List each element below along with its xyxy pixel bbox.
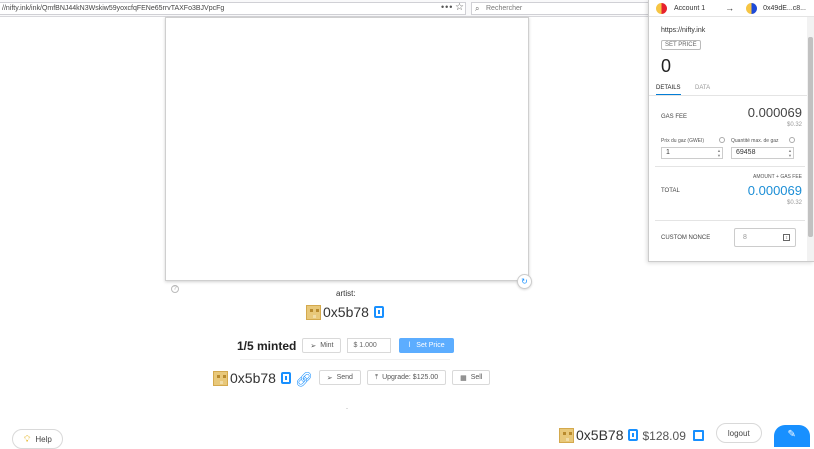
gas-fee-fiat: $0.32 — [786, 122, 802, 128]
metamask-origin: https://nifty.ink — [661, 27, 706, 34]
search-icon: ⌕ — [475, 4, 480, 13]
send-button[interactable]: ➢ Send — [318, 370, 361, 385]
price-input[interactable]: $ 1.000 — [347, 338, 392, 353]
owner-avatar — [213, 371, 228, 386]
custom-nonce-label: CUSTOM NONCE — [661, 235, 711, 241]
send-button-label: Send — [336, 374, 353, 381]
copy-icon[interactable] — [628, 429, 639, 441]
divider — [655, 220, 805, 221]
upgrade-button-label: Upgrade: $125.00 — [382, 374, 439, 381]
account-balance: $128.09 — [642, 429, 686, 443]
send-icon: ➢ — [310, 342, 317, 350]
account-identicon — [656, 2, 667, 14]
total-label: TOTAL — [661, 188, 680, 194]
recipient-identicon — [746, 2, 758, 14]
owner-address[interactable]: 0x5b78 — [230, 371, 276, 386]
set-price-button[interactable]: ǀ Set Price — [399, 338, 454, 353]
redo-button[interactable]: ↻ — [517, 274, 532, 289]
gas-limit-input[interactable]: 69458 ▲ ▼ — [731, 147, 794, 159]
total-eth: 0.000069 — [747, 183, 802, 198]
divider — [655, 166, 805, 167]
gas-price-value: 1 — [666, 149, 670, 156]
custom-nonce-input[interactable]: 8 ⇕ — [734, 228, 796, 247]
logout-button[interactable]: logout — [715, 423, 762, 443]
sell-button[interactable]: ▦ Sell — [452, 370, 491, 385]
total-fiat: $0.32 — [786, 200, 802, 206]
sell-button-label: Sell — [470, 374, 483, 381]
artist-avatar — [306, 305, 321, 320]
shop-icon: ▦ — [460, 374, 467, 382]
gas-limit-label: Quantité max. de gaz — [731, 138, 779, 144]
metamask-amount: 0 — [661, 56, 672, 76]
stepper-arrows-icon[interactable]: ▲ ▼ — [717, 148, 721, 158]
mint-button[interactable]: ➢ Mint — [302, 338, 342, 353]
copy-icon[interactable] — [373, 306, 384, 318]
mint-controls: 1/5 minted ➢ Mint $ 1.000 ǀ Set Price — [237, 338, 454, 353]
info-icon[interactable] — [719, 137, 725, 143]
account-avatar — [559, 428, 574, 443]
stepper-icon[interactable]: ⇕ — [783, 234, 790, 241]
mint-button-label: Mint — [320, 342, 334, 349]
tab-data[interactable]: DATA — [695, 85, 710, 91]
scrollbar[interactable] — [807, 17, 814, 261]
send-icon: ➢ — [326, 374, 333, 382]
gas-limit-value: 69458 — [736, 149, 756, 156]
gas-fee-eth: 0.000069 — [747, 105, 802, 120]
metamask-method-badge: SET PRICE — [661, 40, 701, 50]
ink-canvas[interactable] — [165, 17, 529, 281]
metamask-account-name[interactable]: Account 1 — [674, 5, 705, 12]
metamask-popup: Account 1 → 0x49dE...c8... https://nifty… — [648, 0, 814, 262]
metamask-header: Account 1 → 0x49dE...c8... — [649, 0, 814, 17]
owner-controls: 0x5b78 🔗︎ ➢ Send ⤒ Upgrade: $125.00 ▦ Se… — [213, 370, 491, 386]
help-button[interactable]: 💡︎ Help — [12, 429, 63, 449]
stepper-arrows-icon[interactable]: ▲ ▼ — [788, 148, 792, 158]
upload-icon: ⤒ — [374, 373, 379, 381]
minted-count: 1/5 minted — [237, 338, 297, 353]
scrollbar-thumb[interactable] — [808, 37, 813, 237]
gas-price-input[interactable]: 1 ▲ ▼ — [661, 147, 723, 159]
tab-details[interactable]: DETAILS — [656, 85, 681, 95]
copy-icon[interactable] — [280, 372, 291, 384]
browser-toolbar: //nifty.ink/ink/QmfBNJ44kN3Wskiw59yoxcfq… — [0, 0, 651, 17]
gas-fee-label: GAS FEE — [661, 114, 688, 120]
search-placeholder: Rechercher — [486, 5, 523, 12]
set-price-label: Set Price — [416, 342, 445, 349]
metamask-target-account[interactable]: 0x49dE...c8... — [763, 5, 806, 12]
divider-dot — [346, 408, 348, 409]
divider — [240, 359, 450, 360]
artist-info: 0x5b78 — [306, 298, 384, 320]
help-button-label: Help — [35, 434, 52, 444]
account-bar: 0x5B78 $128.09 logout ✎ — [559, 423, 810, 447]
page-actions-menu-icon[interactable]: ••• — [441, 2, 453, 13]
account-address[interactable]: 0x5B78 — [576, 428, 623, 443]
bookmark-star-icon[interactable]: ☆ — [455, 2, 464, 13]
question-circle-icon[interactable]: ? — [171, 285, 179, 293]
gas-price-label: Prix du gaz (GWEI) — [661, 138, 705, 144]
browser-search-input[interactable]: ⌕ Rechercher — [471, 2, 651, 15]
upgrade-button[interactable]: ⤒ Upgrade: $125.00 — [366, 370, 447, 385]
info-icon[interactable] — [789, 137, 795, 143]
link-icon[interactable]: 🔗︎ — [295, 372, 313, 386]
amount-plus-gas-label: AMOUNT + GAS FEE — [753, 174, 802, 180]
artist-label: artist: — [336, 289, 356, 298]
tag-icon: ǀ — [408, 342, 411, 349]
wallet-icon[interactable] — [692, 430, 704, 441]
edit-icon[interactable]: ✎ — [773, 425, 810, 447]
metamask-tabs: DETAILS DATA — [649, 82, 807, 96]
arrow-right-icon: → — [725, 3, 735, 13]
artist-address[interactable]: 0x5b78 — [323, 305, 369, 320]
url-field[interactable]: //nifty.ink/ink/QmfBNJ44kN3Wskiw59yoxcfq… — [0, 2, 466, 15]
nonce-value: 8 — [743, 234, 747, 241]
